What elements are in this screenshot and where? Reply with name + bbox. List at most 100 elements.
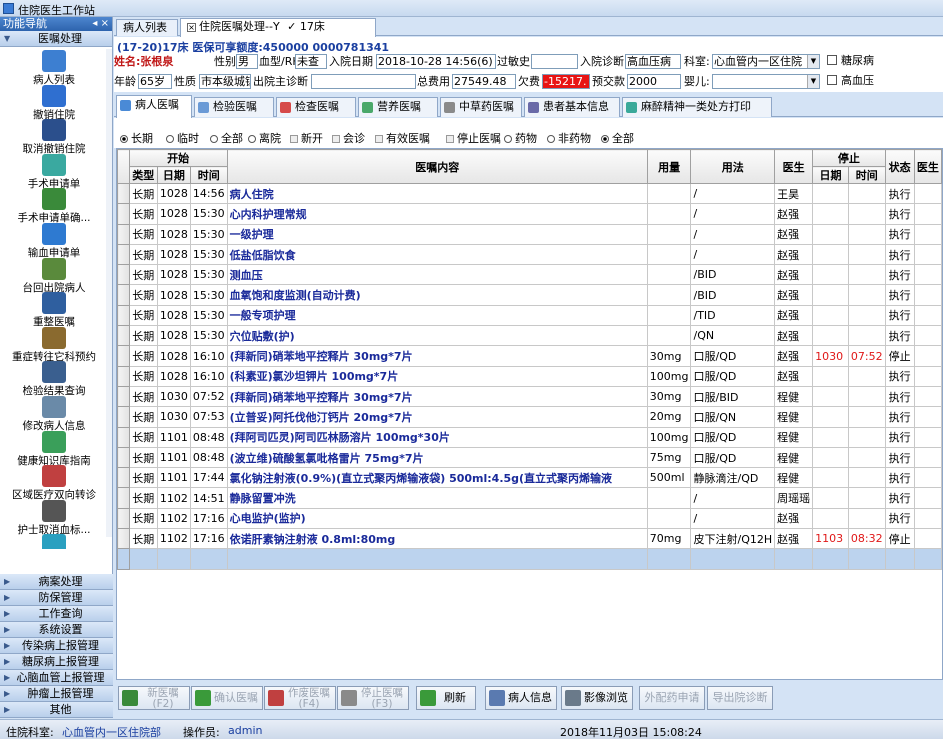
nav-section-7[interactable]: ▶ 肿瘤上报管理 <box>0 686 113 702</box>
table-row[interactable]: 长期 1101 17:44 氯化钠注射液(0.9%)(直立式聚丙烯输液袋) 500ml… <box>117 467 942 489</box>
owed-field[interactable]: -15217. <box>542 74 590 89</box>
table-row[interactable]: 长期 1028 15:30 一级护理 / 赵强 执行 <box>117 223 942 245</box>
gender-field[interactable]: 男 <box>236 54 258 69</box>
table-row[interactable]: 长期 1028 16:10 (科素亚)氯沙坦钾片 100mg*7片 100mg 口服/QD… <box>117 365 942 387</box>
filter-discharged[interactable]: 离院 <box>248 130 281 146</box>
chevron-down-icon[interactable]: ▼ <box>807 75 819 88</box>
col-doctor[interactable]: 医生 <box>774 149 814 184</box>
row-header[interactable] <box>117 426 130 448</box>
table-row[interactable]: 长期 1028 15:30 心内科护理常规 / 赵强 执行 <box>117 203 942 225</box>
row-header[interactable] <box>117 304 130 327</box>
nav-item-9[interactable]: 检验结果查询 <box>0 361 108 398</box>
age-field[interactable]: 65岁 <box>138 74 172 89</box>
row-header[interactable] <box>117 243 130 266</box>
row-header[interactable] <box>117 446 130 469</box>
toolbar-button-8[interactable]: 导出院诊断 <box>707 686 773 710</box>
table-row[interactable]: 长期 1030 07:53 (立普妥)阿托伐他汀钙片 20mg*7片 20mg 口服/QN… <box>117 406 942 428</box>
row-header[interactable] <box>117 284 130 306</box>
nav-item-0[interactable]: 病人列表 <box>0 50 108 87</box>
diabetes-checkbox[interactable]: 糖尿病 <box>827 54 874 68</box>
row-header[interactable] <box>117 264 130 286</box>
nav-item-14[interactable]: 新手术申请单 <box>0 534 108 549</box>
nav-item-11[interactable]: 健康知识库指南 <box>0 430 108 468</box>
table-row[interactable]: 长期 1101 08:48 (拜阿司匹灵)阿司匹林肠溶片 100mg*30片 100mg… <box>117 426 942 448</box>
row-header[interactable] <box>117 345 130 367</box>
table-row[interactable]: 长期 1028 14:56 病人住院 / 王昊 执行 <box>117 182 942 205</box>
row-header[interactable] <box>117 203 130 225</box>
row-header[interactable] <box>117 385 130 408</box>
col-type[interactable]: 类型 <box>128 166 158 184</box>
table-row[interactable]: 长期 1028 16:10 (拜新同)硝苯地平控释片 30mg*7片 30mg 口服/QD… <box>117 345 942 367</box>
table-row[interactable]: 长期 1102 17:16 依诺肝素钠注射液 0.8ml:80mg 70mg 皮下注射/Q… <box>117 528 942 550</box>
nav-item-8[interactable]: 重症转往它科预约 <box>0 326 108 364</box>
nav-item-12[interactable]: 区域医疗双向转诊 <box>0 465 108 502</box>
tab-patient-list[interactable]: 病人列表 <box>116 19 178 36</box>
hypertension-checkbox[interactable]: 高血压 <box>827 74 874 88</box>
col-date[interactable]: 日期 <box>156 166 191 184</box>
blood-field[interactable]: 未查 <box>295 54 327 69</box>
admit-diagnosis-field[interactable]: 高血压病 <box>625 54 681 69</box>
row-header[interactable] <box>117 487 130 509</box>
nav-item-6[interactable]: 台回出院病人 <box>0 257 108 295</box>
nav-section-current[interactable]: ▼ 医嘱处理 <box>0 31 112 47</box>
nav-section-5[interactable]: ▶ 糖尿病上报管理 <box>0 654 113 670</box>
col-usage[interactable]: 用法 <box>690 149 776 184</box>
row-header[interactable] <box>117 406 130 428</box>
table-row[interactable]: 长期 1028 15:30 测血压/BID 赵强 执行 <box>117 264 942 286</box>
col-state[interactable]: 状态 <box>884 149 915 184</box>
allergy-field[interactable] <box>531 54 578 69</box>
infant-select[interactable]: ▼ <box>712 74 820 89</box>
toolbar-button-4[interactable]: 刷新 <box>416 686 476 710</box>
nav-item-3[interactable]: 手术申请单 <box>0 153 108 191</box>
filter-all[interactable]: 全部 <box>210 130 243 146</box>
col-dose[interactable]: 用量 <box>646 149 692 184</box>
admit-date-field[interactable]: 2018-10-28 14:56(6) <box>376 54 496 69</box>
row-header[interactable] <box>117 223 130 245</box>
nature-field[interactable]: 市本级城镇 <box>199 74 251 89</box>
table-row[interactable]: 长期 1028 15:30 低盐低脂饮食 / 赵强 执行 <box>117 243 942 266</box>
filter-consult[interactable]: 会诊 <box>332 130 365 146</box>
subtab-4[interactable]: 中草药医嘱 <box>440 97 522 117</box>
row-header[interactable] <box>117 528 130 550</box>
toolbar-button-3[interactable]: 停止医嘱 (F3) <box>337 686 409 710</box>
row-header[interactable] <box>117 467 130 489</box>
row-header[interactable] <box>117 182 130 205</box>
chevron-down-icon[interactable]: ▼ <box>807 55 819 68</box>
subtab-6[interactable]: 麻醉精神一类处方打印 <box>622 97 772 117</box>
nav-pin-close-icon[interactable]: ◂ × <box>92 17 109 31</box>
toolbar-button-1[interactable]: 确认医嘱 <box>191 686 263 710</box>
filter-stopped-orders[interactable]: 停止医嘱 <box>446 130 501 146</box>
nav-section-4[interactable]: ▶ 传染病上报管理 <box>0 638 113 654</box>
table-row[interactable]: 长期 1030 07:52 (拜新同)硝苯地平控释片 30mg*7片 30mg 口服/BI… <box>117 385 942 408</box>
subtab-0[interactable]: 病人医嘱 <box>116 95 192 118</box>
nav-item-2[interactable]: 取消撤销住院 <box>0 119 108 156</box>
nav-item-13[interactable]: 护士取消血标... <box>0 499 108 537</box>
nav-section-8[interactable]: ▶ 其他 <box>0 702 113 718</box>
nav-item-4[interactable]: 手术申请单确... <box>0 188 108 225</box>
nav-item-5[interactable]: 输血申请单 <box>0 223 108 260</box>
filter-new[interactable]: 新开 <box>290 130 323 146</box>
subtab-3[interactable]: 营养医嘱 <box>358 97 438 117</box>
nav-section-3[interactable]: ▶ 系统设置 <box>0 622 113 638</box>
col-stop-time[interactable]: 时间 <box>847 166 886 184</box>
table-row[interactable]: 长期 1101 08:48 (波立维)硫酸氢氯吡格雷片 75mg*7片 75mg 口服/Q… <box>117 446 942 469</box>
table-row[interactable]: 长期 1102 17:16 心电监护(监护) / 赵强 执行 <box>117 507 942 530</box>
row-header[interactable] <box>117 507 130 530</box>
tab-close-icon[interactable]: × <box>187 23 196 32</box>
table-row[interactable]: 长期 1028 15:30 穴位贴敷(护) /QN 赵强 执行 <box>117 325 942 347</box>
toolbar-button-7[interactable]: 外配药申请 <box>639 686 705 710</box>
nav-section-0[interactable]: ▶ 病案处理 <box>0 574 113 590</box>
nav-section-1[interactable]: ▶ 防保管理 <box>0 590 113 606</box>
discharge-diagnosis-field[interactable] <box>311 74 416 89</box>
toolbar-button-0[interactable]: 新医嘱 (F2) <box>118 686 190 710</box>
total-cost-field[interactable]: 27549.48 <box>452 74 516 89</box>
toolbar-button-6[interactable]: 影像浏览 <box>561 686 633 710</box>
subtab-5[interactable]: 患者基本信息 <box>524 97 620 117</box>
row-header[interactable] <box>117 325 130 347</box>
nav-section-2[interactable]: ▶ 工作查询 <box>0 606 113 622</box>
table-row[interactable]: 长期 1102 14:51 静脉留置冲洗 / 周瑶瑶 执行 <box>117 487 942 509</box>
filter-long-term[interactable]: 长期 <box>120 130 153 146</box>
new-order-row[interactable] <box>117 548 942 570</box>
col-content[interactable]: 医嘱内容 <box>226 149 648 184</box>
col-time[interactable]: 时间 <box>189 166 228 184</box>
